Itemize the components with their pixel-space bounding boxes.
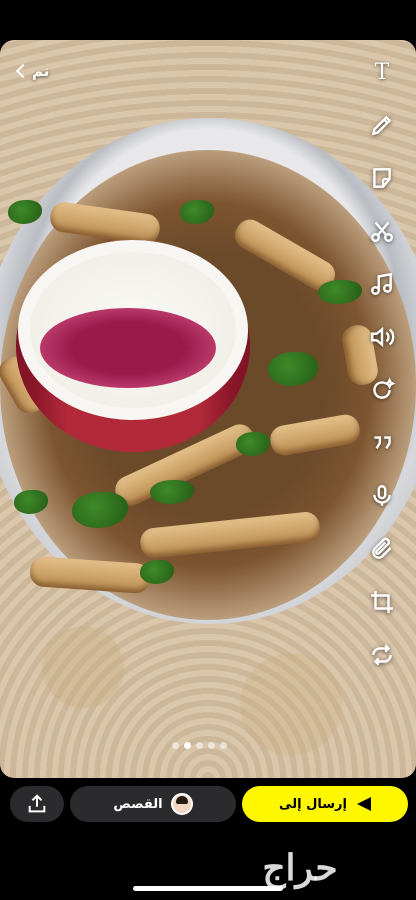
text-icon: T xyxy=(374,59,390,85)
crop-button[interactable] xyxy=(366,586,398,618)
done-button[interactable]: تم xyxy=(15,62,50,80)
paperclip-icon xyxy=(372,537,392,559)
share-button[interactable] xyxy=(10,786,64,822)
sticker-icon xyxy=(373,168,391,188)
stories-button[interactable]: القصص xyxy=(70,786,236,822)
microphone-icon xyxy=(373,485,391,506)
volume-icon xyxy=(371,326,395,348)
send-arrow-icon xyxy=(356,797,371,811)
pencil-button[interactable] xyxy=(366,109,398,141)
crop-icon xyxy=(371,591,393,613)
send-to-button[interactable]: إرسال إلى xyxy=(242,786,408,822)
loop-icon xyxy=(372,644,392,666)
quote-icon xyxy=(374,436,391,450)
page-dot xyxy=(196,742,203,749)
text-tool-button[interactable]: T xyxy=(366,56,398,88)
send-label: إرسال إلى xyxy=(279,796,347,812)
sticker-button[interactable] xyxy=(366,162,398,194)
microphone-button[interactable] xyxy=(366,480,398,512)
edit-toolbar: T xyxy=(366,56,398,692)
page-dot xyxy=(172,742,179,749)
volume-button[interactable] xyxy=(366,321,398,353)
magic-eraser-icon xyxy=(373,377,395,399)
scissors-icon xyxy=(371,221,393,242)
snap-photo xyxy=(0,40,416,778)
page-dot-active xyxy=(184,742,191,749)
bottom-bar: القصص إرسال إلى حراج xyxy=(0,778,416,900)
done-label: تم xyxy=(32,62,50,80)
quote-button[interactable] xyxy=(366,427,398,459)
music-icon xyxy=(371,272,392,295)
pencil-icon xyxy=(371,115,392,136)
loop-button[interactable] xyxy=(366,639,398,671)
chevron-left-icon xyxy=(15,63,31,79)
attach-button[interactable] xyxy=(366,533,398,565)
stories-label: القصص xyxy=(113,796,163,812)
sumac-topping xyxy=(40,308,216,388)
page-dot xyxy=(220,742,227,749)
home-indicator[interactable] xyxy=(133,886,283,891)
page-dot xyxy=(208,742,215,749)
upload-icon xyxy=(28,794,46,813)
music-button[interactable] xyxy=(366,268,398,300)
magic-eraser-button[interactable] xyxy=(366,374,398,406)
page-indicator xyxy=(172,742,227,749)
avatar-icon xyxy=(170,793,193,815)
scissors-button[interactable] xyxy=(366,215,398,247)
haraj-watermark: حراج xyxy=(262,847,338,889)
